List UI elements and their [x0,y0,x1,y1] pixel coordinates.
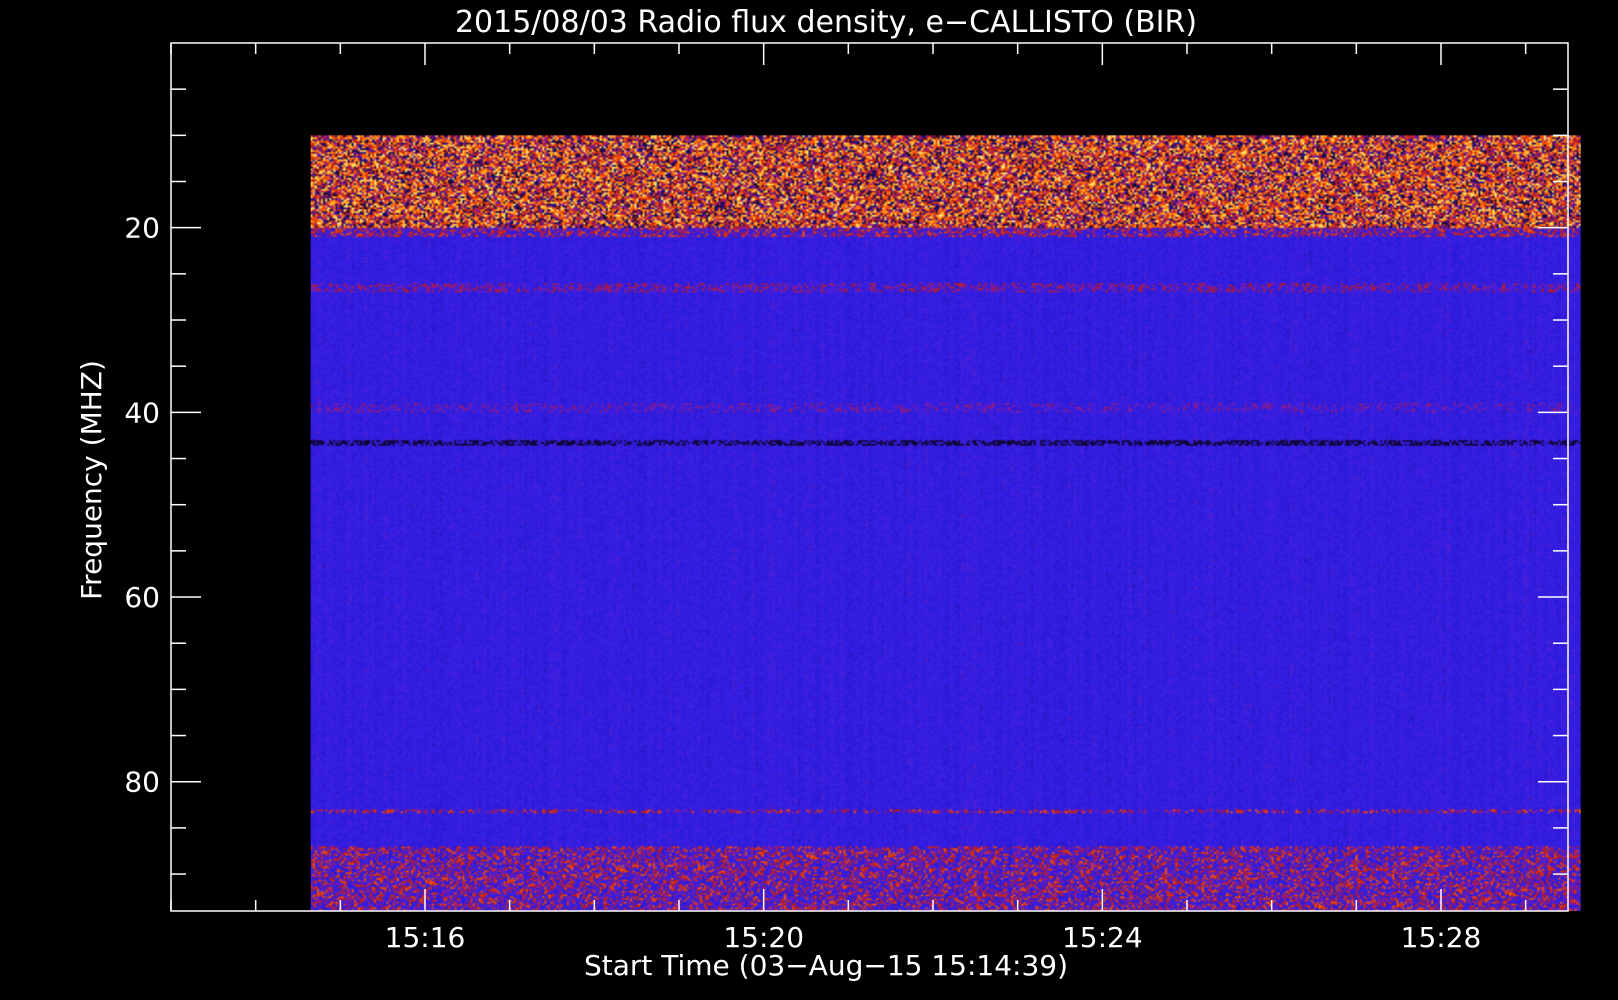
spectrogram-chart: 2015/08/03 Radio flux density, e−CALLIST… [0,0,1618,1000]
y-tick-label: 60 [124,581,160,614]
y-tick-label: 80 [124,766,160,799]
y-tick-label: 40 [124,396,160,429]
x-tick-label: 15:16 [385,921,466,954]
x-tick-label: 15:28 [1401,921,1482,954]
x-axis-label: Start Time (03−Aug−15 15:14:39) [584,949,1068,982]
chart-title: 2015/08/03 Radio flux density, e−CALLIST… [455,5,1197,40]
y-axis-label: Frequency (MHZ) [75,360,108,600]
y-tick-label: 20 [124,212,160,245]
heatmap-image [310,135,1581,911]
heatmap [310,135,1581,911]
x-tick-label: 15:20 [723,921,804,954]
x-tick-label: 15:24 [1062,921,1143,954]
